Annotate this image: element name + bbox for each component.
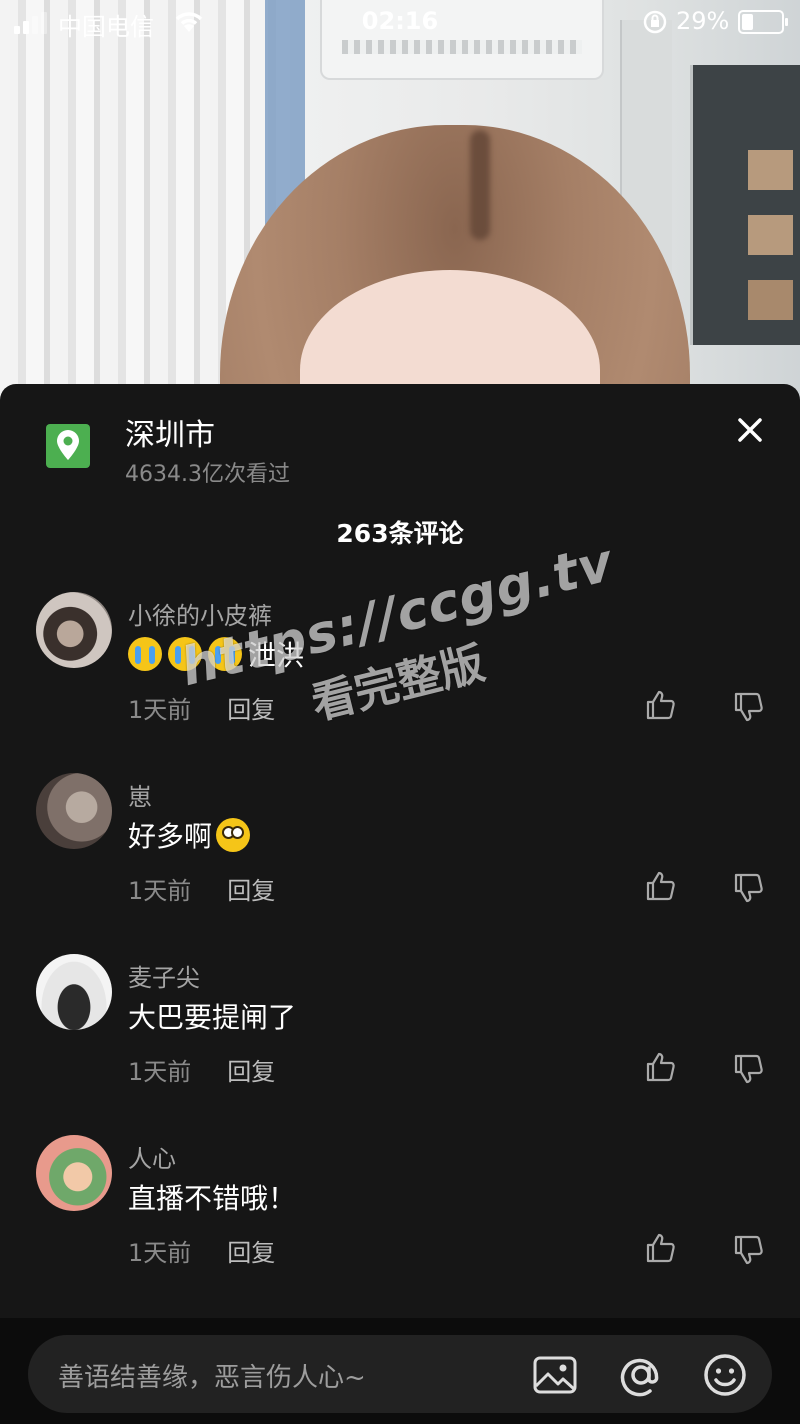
comment-text-content: 好多啊 [128, 820, 213, 853]
comment-item: 崽 好多啊 1天前 回复 [0, 773, 800, 954]
comment-username[interactable]: 崽 [128, 777, 152, 812]
battery-fill [742, 14, 753, 30]
close-button[interactable] [728, 408, 772, 452]
comment-time: 1天前 [128, 1058, 192, 1086]
dislike-button[interactable] [732, 1052, 766, 1086]
rotation-lock-icon [642, 9, 668, 41]
reply-button[interactable]: 回复 [227, 877, 275, 905]
location-view-count: 4634.3亿次看过 [125, 462, 290, 487]
thumbs-up-icon [646, 690, 675, 720]
comment-time: 1天前 [128, 877, 192, 905]
comment-username[interactable]: 麦子尖 [128, 958, 200, 993]
image-icon [533, 1356, 577, 1394]
comment-item: 人心 直播不错哦！ 1天前 回复 [0, 1135, 800, 1316]
close-icon [738, 418, 762, 442]
thumbs-down-icon [734, 692, 763, 722]
emoji-button[interactable] [702, 1352, 748, 1398]
smiley-icon [704, 1354, 746, 1396]
location-title[interactable]: 深圳市 [125, 410, 215, 454]
hair-part [470, 130, 490, 240]
comment-text: 直播不错哦！ [128, 1177, 296, 1217]
loudly-crying-face-icon [128, 637, 162, 671]
thumbs-down-icon [734, 1235, 763, 1265]
comment-input[interactable]: 善语结善缘，恶言伤人心~ [28, 1335, 772, 1413]
avatar[interactable] [36, 954, 112, 1030]
thumbs-up-icon [646, 871, 675, 901]
map-pin-icon [46, 424, 90, 468]
comment-item: 麦子尖 大巴要提闸了 1天前 回复 [0, 954, 800, 1135]
reply-button[interactable]: 回复 [227, 1058, 275, 1086]
dislike-button[interactable] [732, 871, 766, 905]
avatar[interactable] [36, 592, 112, 668]
status-bar: 中国电信 02:16 29% [0, 0, 800, 46]
image-button[interactable] [532, 1352, 578, 1398]
input-placeholder: 善语结善缘，恶言伤人心~ [58, 1363, 366, 1393]
comment-count: 263条评论 [336, 519, 464, 548]
comment-username[interactable]: 人心 [128, 1139, 176, 1174]
comment-text: 好多啊 [128, 815, 256, 855]
live-video-background [0, 0, 800, 400]
cabinet [690, 65, 800, 345]
battery-percent: 29% [676, 7, 730, 35]
dislike-button[interactable] [732, 690, 766, 724]
thumbs-up-icon [646, 1233, 675, 1263]
comment-time: 1天前 [128, 1239, 192, 1267]
avatar[interactable] [36, 773, 112, 849]
thumbs-up-icon [646, 1052, 675, 1082]
mention-button[interactable] [618, 1352, 664, 1398]
comment-text-content: 大巴要提闸了 [128, 1001, 297, 1034]
comment-text: 大巴要提闸了 [128, 996, 296, 1036]
at-sign-icon [620, 1358, 659, 1397]
battery-icon [738, 10, 788, 34]
dislike-button[interactable] [732, 1233, 766, 1267]
comment-input-bar: 善语结善缘，恶言伤人心~ [0, 1318, 800, 1424]
comment-meta: 1天前 回复 [128, 1233, 275, 1268]
reply-button[interactable]: 回复 [227, 1239, 275, 1267]
like-button[interactable] [644, 688, 678, 722]
comment-meta: 1天前 回复 [128, 871, 275, 906]
comment-time: 1天前 [128, 696, 192, 724]
comment-text-content: 直播不错哦！ [128, 1182, 297, 1215]
avatar[interactable] [36, 1135, 112, 1211]
thumbs-down-icon [734, 1054, 763, 1084]
comments-sheet: 深圳市 4634.3亿次看过 263条评论 小徐的小皮裤 泄洪 1天前 回复 崽 … [0, 384, 800, 1424]
pleading-face-icon [216, 818, 251, 852]
like-button[interactable] [644, 1050, 678, 1084]
thumbs-down-icon [734, 873, 763, 903]
like-button[interactable] [644, 1231, 678, 1265]
like-button[interactable] [644, 869, 678, 903]
comment-meta: 1天前 回复 [128, 1052, 275, 1087]
